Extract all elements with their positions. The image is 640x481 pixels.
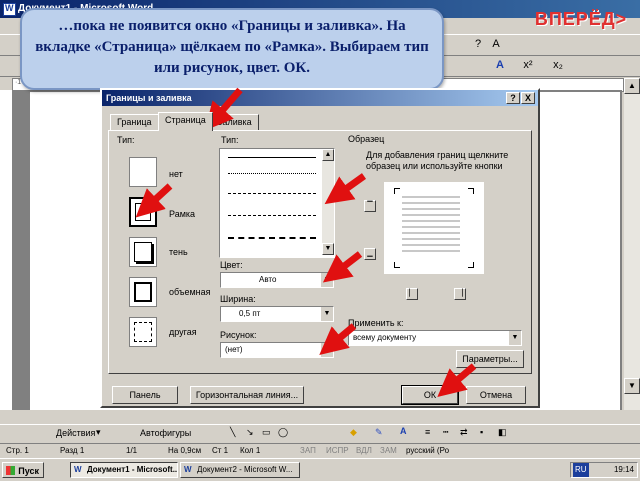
arrow-art-icon bbox=[319, 323, 357, 355]
arrow-box-setting-icon bbox=[135, 183, 173, 218]
pointer-arrows bbox=[135, 87, 477, 398]
arrow-page-tab-icon bbox=[204, 87, 243, 131]
arrow-style-list-icon bbox=[324, 173, 367, 205]
arrow-ok-icon bbox=[437, 363, 477, 398]
arrow-color-icon bbox=[322, 251, 363, 283]
tab-page-border[interactable]: Страница bbox=[158, 112, 213, 131]
